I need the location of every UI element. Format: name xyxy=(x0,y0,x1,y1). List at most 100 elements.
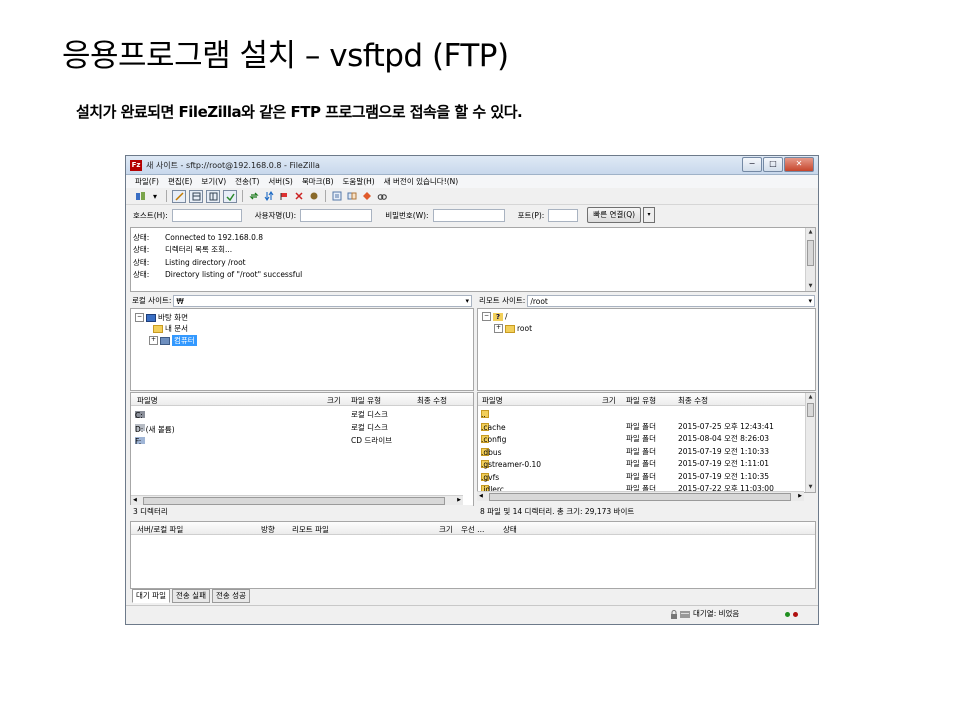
local-path-input[interactable]: ₩ xyxy=(173,294,472,307)
computer-icon xyxy=(160,336,170,345)
tab-queued-files[interactable]: 대기 파일 xyxy=(132,589,170,603)
list-item[interactable]: C: 로컬 디스크 xyxy=(131,407,463,420)
host-label: 호스트(H): xyxy=(133,210,168,220)
remote-path-input[interactable]: /root xyxy=(527,294,815,307)
remote-file-list: 파일명 크기 파일 유형 최종 수정 .. .cache 파일 폴더 2015-… xyxy=(477,392,816,493)
log-line: 상태: 디렉터리 목록 조회... xyxy=(133,245,233,255)
menu-server[interactable]: 서버(S) xyxy=(268,176,292,187)
activity-send-icon xyxy=(793,612,798,617)
process-queue-icon[interactable] xyxy=(263,191,275,202)
quickconnect-button[interactable]: 빠른 연결(Q) xyxy=(587,207,642,223)
menu-view[interactable]: 보기(V) xyxy=(201,176,226,187)
collapse-icon[interactable]: − xyxy=(135,313,144,322)
compare-icon[interactable] xyxy=(346,191,358,202)
col-direction[interactable]: 방향 xyxy=(261,524,275,535)
remote-list-header: 파일명 크기 파일 유형 최종 수정 xyxy=(478,393,815,406)
unknown-folder-icon: ? xyxy=(493,312,503,321)
chevron-down-icon[interactable]: ▾ xyxy=(149,191,161,202)
close-button[interactable]: ✕ xyxy=(784,157,814,172)
col-modified[interactable]: 최종 수정 xyxy=(678,395,708,406)
col-status[interactable]: 상태 xyxy=(503,524,517,535)
slide-title: 응용프로그램 설치 – vsftpd (FTP) xyxy=(62,38,509,74)
local-file-list: 파일명 크기 파일 유형 최종 수정 C: 로컬 디스크 D: (새 볼륨) 로… xyxy=(130,392,474,506)
cancel-icon[interactable] xyxy=(278,191,290,202)
local-list-header: 파일명 크기 파일 유형 최종 수정 xyxy=(131,393,473,406)
tree-node-desktop[interactable]: − 바탕 화면 xyxy=(135,312,188,323)
col-name[interactable]: 파일명 xyxy=(482,395,503,406)
log-scrollbar[interactable]: ▲ ▼ xyxy=(805,228,815,291)
filezilla-app-icon: Fz xyxy=(130,159,142,171)
col-size[interactable]: 크기 xyxy=(439,524,453,535)
list-item[interactable]: .gstreamer-0.10 파일 폴더 2015-07-19 오전 1:11… xyxy=(478,456,805,469)
remote-site-label: 리모트 사이트: xyxy=(479,296,526,305)
expand-icon[interactable]: + xyxy=(149,336,158,345)
menu-help[interactable]: 도움말(H) xyxy=(343,176,375,187)
list-item[interactable]: .config 파일 폴더 2015-08-04 오전 8:26:03 xyxy=(478,431,805,444)
quickconnect-dropdown-icon[interactable]: ▾ xyxy=(643,207,656,223)
menu-new-version[interactable]: 새 버전이 있습니다!(N) xyxy=(384,176,458,187)
disconnect-icon[interactable] xyxy=(293,191,305,202)
local-hscrollbar[interactable]: ◀ ▶ xyxy=(131,495,463,505)
tab-successful-transfers[interactable]: 전송 성공 xyxy=(211,589,250,603)
username-input[interactable] xyxy=(300,208,373,222)
list-item[interactable]: .gvfs 파일 폴더 2015-07-19 오전 1:10:35 xyxy=(478,469,805,482)
menu-bookmarks[interactable]: 북마크(B) xyxy=(302,176,334,187)
password-input[interactable] xyxy=(432,208,505,222)
queue-tabs: 대기 파일 전송 실패 전송 성공 xyxy=(132,589,250,603)
list-item[interactable]: .dbus 파일 폴더 2015-07-19 오전 1:10:33 xyxy=(478,444,805,457)
search-icon[interactable] xyxy=(376,191,388,202)
minimize-button[interactable]: − xyxy=(742,157,762,172)
list-item[interactable]: F: CD 드라이브 xyxy=(131,433,463,446)
tree-node-rootdir[interactable]: − ? / xyxy=(482,312,508,321)
col-name[interactable]: 파일명 xyxy=(137,395,158,406)
menu-edit[interactable]: 편집(E) xyxy=(168,176,192,187)
filter-icon[interactable] xyxy=(331,191,343,202)
tab-failed-transfers[interactable]: 전송 실패 xyxy=(171,589,210,603)
message-log: 상태: Connected to 192.168.0.8 상태: 디렉터리 목록 조… xyxy=(130,227,816,292)
local-tree: − 바탕 화면 내 문서 + 컴퓨터 xyxy=(130,308,474,391)
col-type[interactable]: 파일 유형 xyxy=(351,395,381,406)
activity-recv-icon xyxy=(785,612,790,617)
sync-browse-icon[interactable] xyxy=(361,191,373,202)
tree-node-mydocs[interactable]: 내 문서 xyxy=(153,323,188,334)
toggle-remote-tree-icon[interactable] xyxy=(206,189,220,203)
maximize-button[interactable]: □ xyxy=(763,157,783,172)
col-type[interactable]: 파일 유형 xyxy=(626,395,656,406)
server-icon xyxy=(680,611,690,620)
col-modified[interactable]: 최종 수정 xyxy=(417,395,447,406)
remote-hscrollbar[interactable]: ◀ ▶ xyxy=(477,491,804,501)
reconnect-icon[interactable] xyxy=(308,191,320,202)
collapse-icon[interactable]: − xyxy=(482,312,491,321)
site-manager-icon[interactable] xyxy=(134,191,146,202)
col-priority[interactable]: 우선 ... xyxy=(461,524,484,535)
menu-file[interactable]: 파일(F) xyxy=(135,176,159,187)
tree-node-root[interactable]: + root xyxy=(494,324,532,333)
tree-node-computer[interactable]: + 컴퓨터 xyxy=(149,335,197,346)
folder-icon xyxy=(505,324,515,333)
refresh-icon[interactable] xyxy=(248,191,260,202)
toggle-local-tree-icon[interactable] xyxy=(189,189,203,203)
expand-icon[interactable]: + xyxy=(494,324,503,333)
queue-status: 대기열: 비었음 xyxy=(693,609,740,618)
col-remote-file[interactable]: 리모트 파일 xyxy=(292,524,329,535)
list-item[interactable]: .cache 파일 폴더 2015-07-25 오후 12:43:41 xyxy=(478,419,805,432)
port-input[interactable] xyxy=(548,208,579,222)
toggle-log-icon[interactable] xyxy=(172,189,186,203)
list-item[interactable]: D: (새 볼륨) 로컬 디스크 xyxy=(131,420,463,434)
title-bar[interactable]: Fz 새 사이트 - sftp://root@192.168.0.8 - Fil… xyxy=(126,156,818,175)
col-server-local-file[interactable]: 서버/로컬 파일 xyxy=(137,524,183,535)
menu-transfer[interactable]: 전송(T) xyxy=(235,176,259,187)
list-item[interactable]: .. xyxy=(478,406,805,419)
remote-vscrollbar[interactable]: ▲ ▼ xyxy=(805,393,815,492)
col-size[interactable]: 크기 xyxy=(327,395,341,406)
transfer-queue: 서버/로컬 파일 방향 리모트 파일 크기 우선 ... 상태 xyxy=(130,521,816,589)
folder-icon xyxy=(153,324,163,333)
desktop-icon xyxy=(146,313,156,322)
filezilla-window: Fz 새 사이트 - sftp://root@192.168.0.8 - Fil… xyxy=(125,155,819,625)
col-size[interactable]: 크기 xyxy=(602,395,616,406)
password-label: 비밀번호(W): xyxy=(385,210,429,220)
slide-subtitle: 설치가 완료되면 FileZilla와 같은 FTP 프로그램으로 접속을 할 … xyxy=(76,103,523,121)
host-input[interactable] xyxy=(171,208,242,222)
status-bar: 대기열: 비었음 xyxy=(126,605,818,624)
toggle-queue-icon[interactable] xyxy=(223,189,237,203)
